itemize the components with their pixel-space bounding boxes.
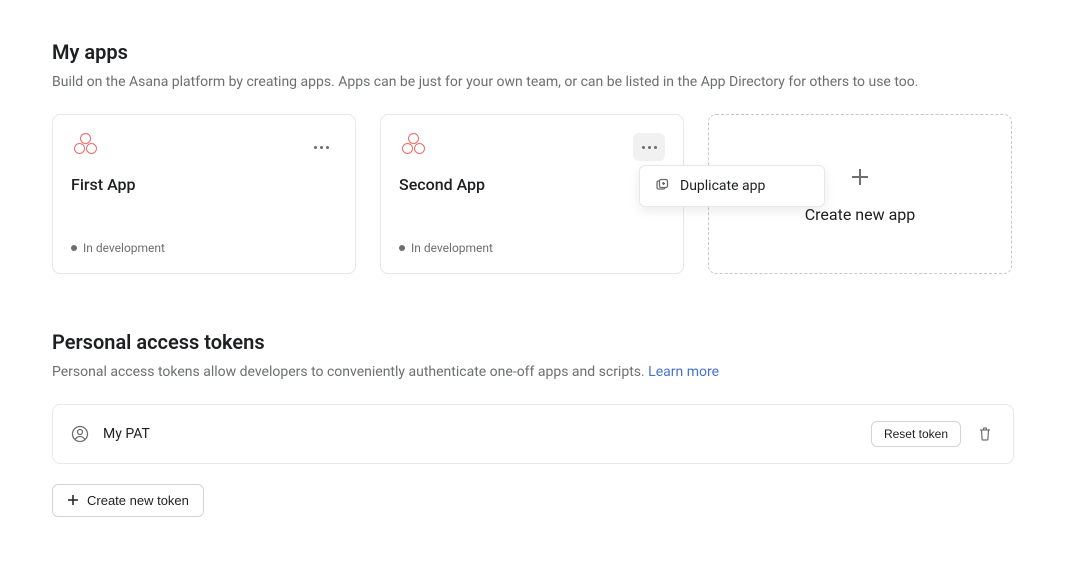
pat-name: My PAT	[103, 426, 857, 442]
duplicate-app-item[interactable]: Duplicate app	[640, 170, 824, 202]
asana-logo-icon	[71, 133, 99, 159]
pat-subtitle-text: Personal access tokens allow developers …	[52, 364, 648, 380]
app-card-header	[71, 133, 337, 161]
more-horizontal-icon	[314, 146, 329, 149]
user-icon	[71, 425, 89, 443]
apps-section-subtitle: Build on the Asana platform by creating …	[52, 74, 1014, 90]
create-new-token-button[interactable]: Create new token	[52, 484, 204, 517]
apps-section-title: My apps	[52, 40, 1014, 64]
pat-row: My PAT Reset token	[52, 404, 1014, 464]
app-name: Second App	[399, 175, 665, 194]
trash-icon	[977, 426, 993, 442]
create-new-token-label: Create new token	[87, 493, 189, 508]
app-status-label: In development	[83, 241, 165, 255]
app-status: In development	[71, 241, 337, 255]
delete-token-button[interactable]	[975, 424, 995, 444]
more-options-button[interactable]	[305, 133, 337, 161]
app-card[interactable]: Second App In development Duplicate app	[380, 114, 684, 274]
plus-icon	[67, 494, 79, 508]
app-status: In development	[399, 241, 665, 255]
duplicate-icon	[654, 178, 670, 194]
app-card[interactable]: First App In development	[52, 114, 356, 274]
pat-section-title: Personal access tokens	[52, 330, 1014, 354]
duplicate-app-label: Duplicate app	[680, 178, 765, 194]
create-new-app-label: Create new app	[805, 205, 916, 224]
status-dot-icon	[71, 245, 77, 251]
app-card-header	[399, 133, 665, 161]
asana-logo-icon	[399, 133, 427, 159]
learn-more-link[interactable]: Learn more	[648, 364, 719, 380]
reset-token-button[interactable]: Reset token	[871, 421, 961, 447]
app-options-dropdown: Duplicate app	[639, 165, 825, 207]
more-horizontal-icon	[642, 146, 657, 149]
plus-icon	[848, 165, 872, 189]
status-dot-icon	[399, 245, 405, 251]
more-options-button[interactable]	[633, 133, 665, 161]
app-name: First App	[71, 175, 337, 194]
apps-grid: First App In development Second App	[52, 114, 1014, 274]
pat-section-subtitle: Personal access tokens allow developers …	[52, 364, 1014, 380]
app-status-label: In development	[411, 241, 493, 255]
